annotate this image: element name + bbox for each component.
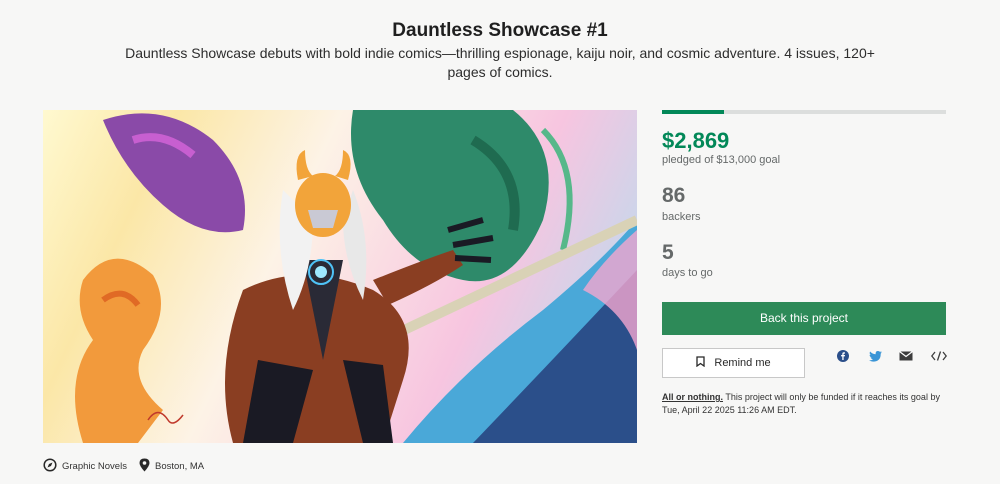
compass-icon (43, 458, 57, 475)
embed-icon[interactable] (931, 349, 947, 363)
project-title: Dauntless Showcase #1 (392, 20, 608, 41)
bookmark-icon (696, 356, 706, 370)
pledged-label: pledged of $13,000 goal (662, 154, 781, 166)
twitter-icon[interactable] (868, 349, 882, 363)
remind-me-button[interactable]: Remind me (662, 348, 805, 378)
funding-progress-fill (662, 110, 725, 114)
all-or-nothing-link[interactable]: All or nothing. (662, 392, 723, 402)
days-to-go-label: days to go (662, 267, 713, 279)
pledged-amount: $2,869 (662, 128, 730, 153)
category-label: Graphic Novels (62, 461, 127, 472)
project-blurb: Dauntless Showcase debuts with bold indi… (125, 45, 875, 80)
facebook-icon[interactable] (836, 349, 850, 363)
location-label: Boston, MA (155, 461, 205, 472)
back-this-project-button[interactable]: Back this project (662, 302, 946, 335)
category-meta[interactable]: Graphic Novels (43, 458, 127, 475)
funding-progress-bar (662, 110, 946, 114)
days-to-go-count: 5 (662, 241, 674, 264)
location-meta[interactable]: Boston, MA (139, 458, 204, 475)
email-icon[interactable] (899, 349, 913, 363)
location-pin-icon (139, 458, 150, 475)
project-hero-image[interactable] (43, 110, 637, 443)
backers-label: backers (662, 211, 701, 223)
backers-count: 86 (662, 184, 686, 207)
remind-me-label: Remind me (714, 357, 771, 369)
funding-note: All or nothing. This project will only b… (662, 391, 946, 417)
